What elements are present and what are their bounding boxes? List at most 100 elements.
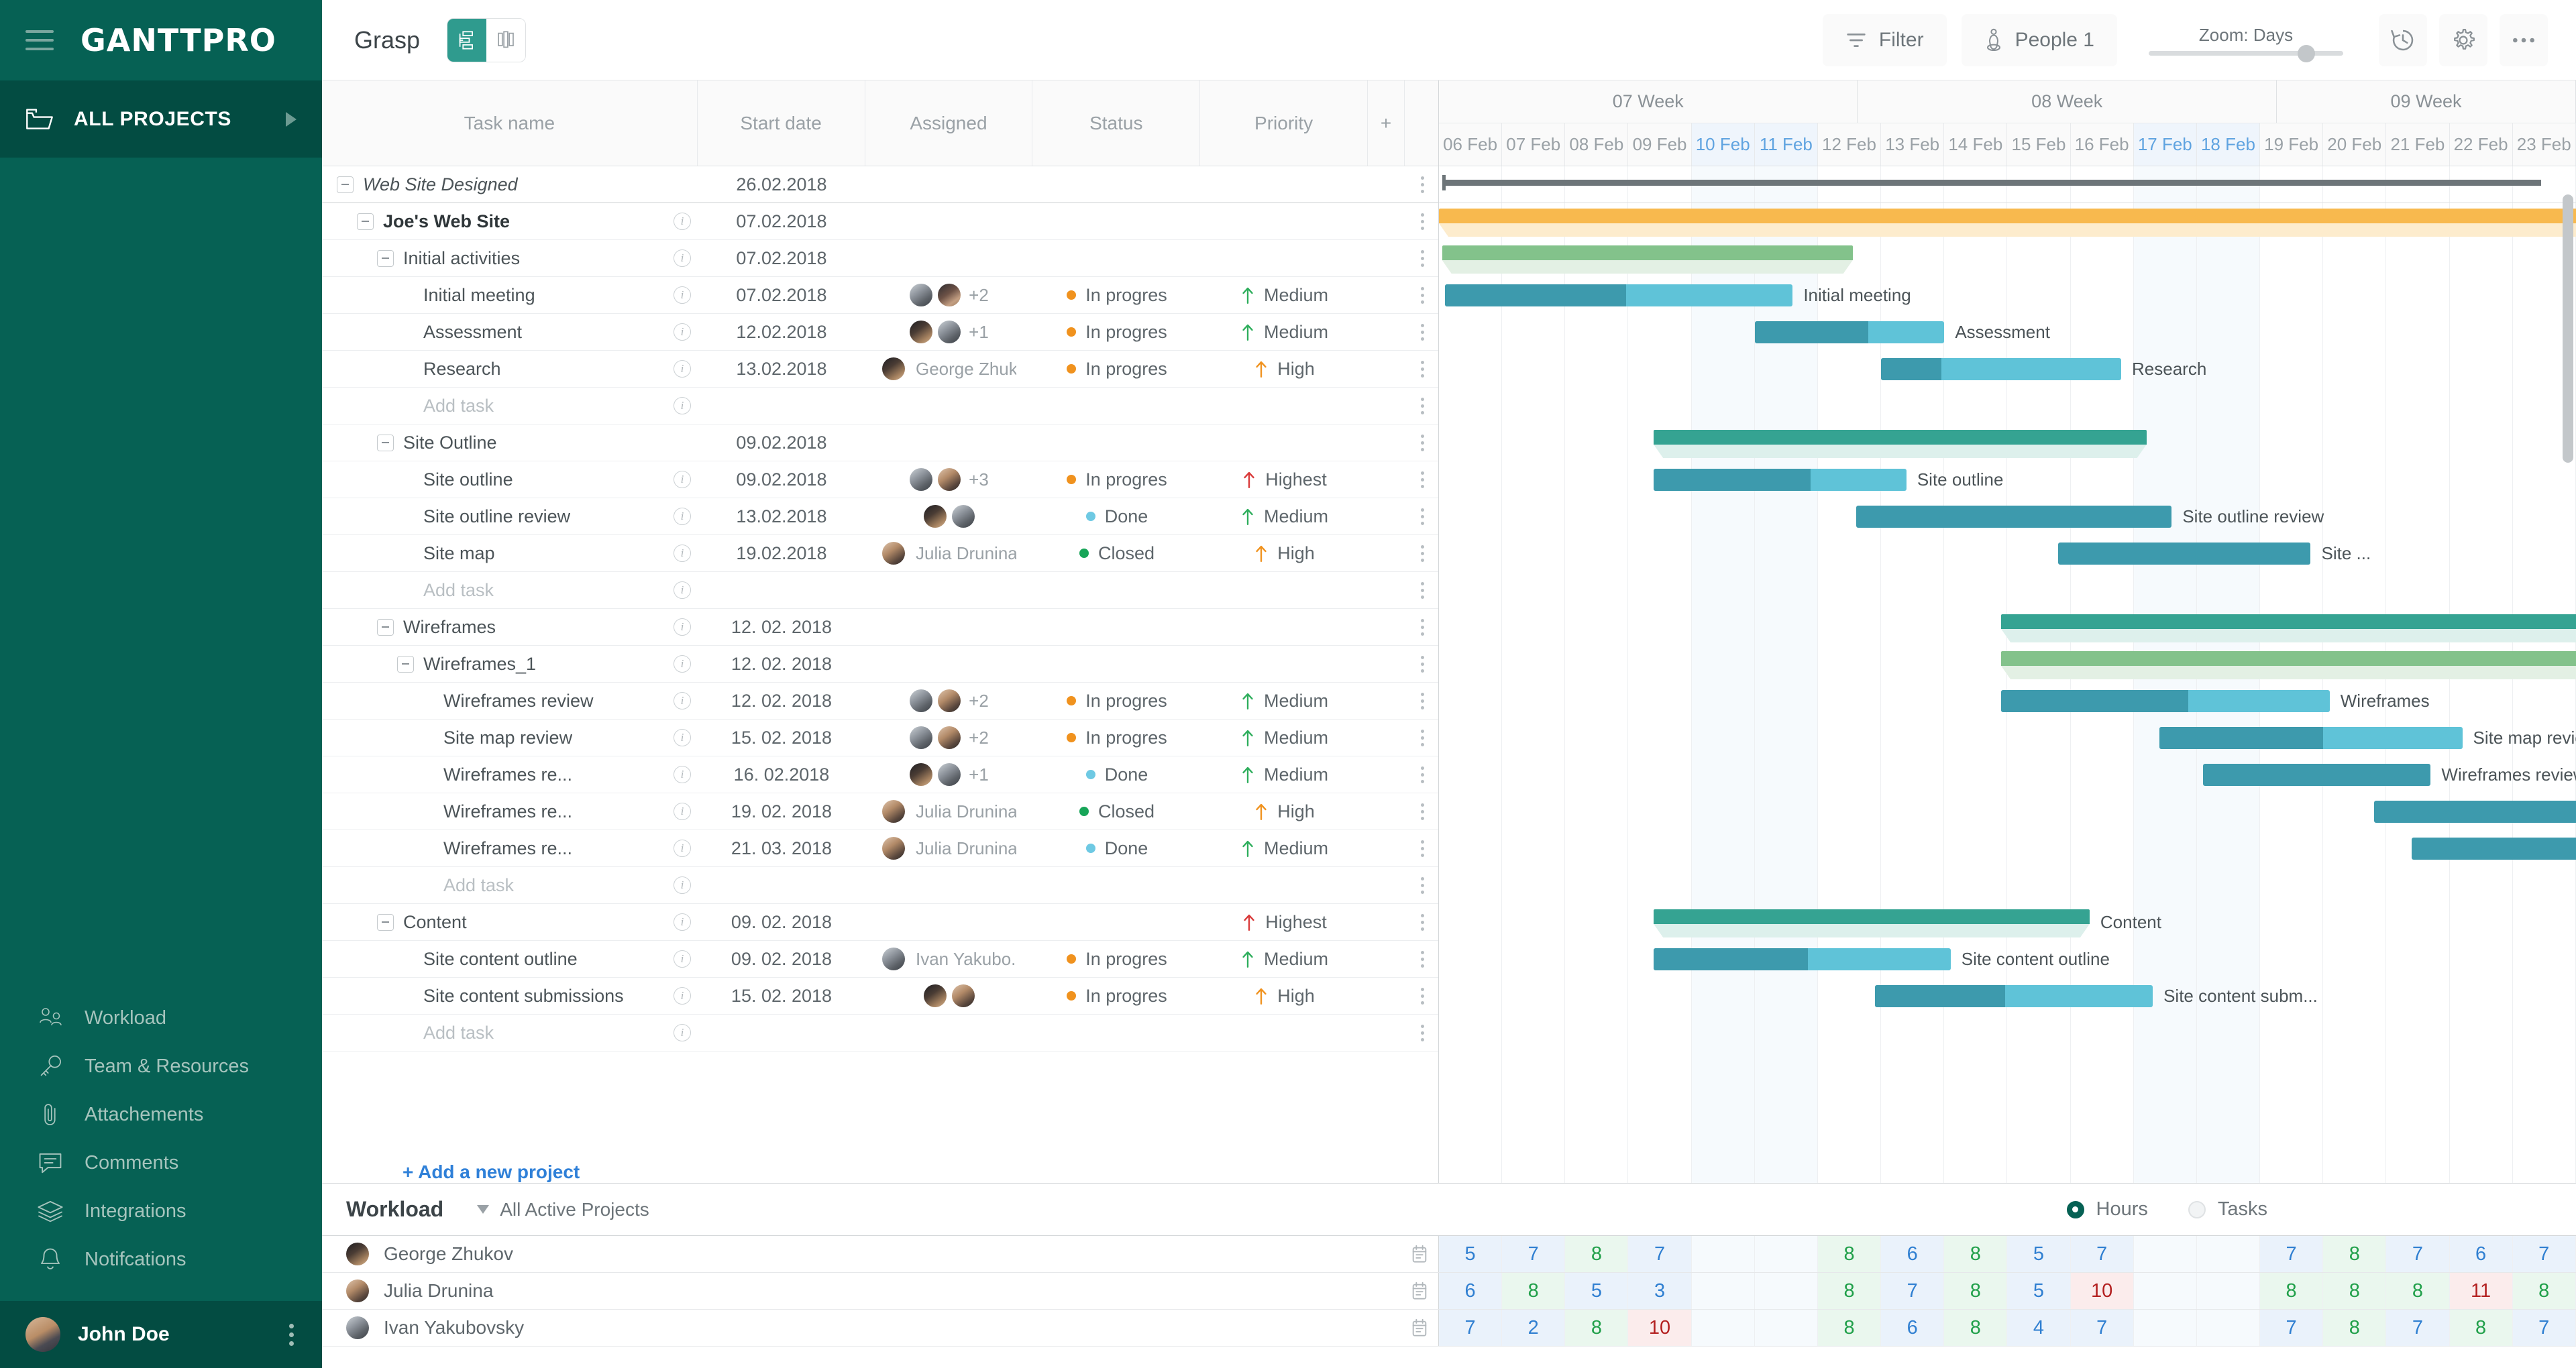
info-icon[interactable]: i <box>674 692 691 709</box>
cell-assigned[interactable]: Julia Drunina <box>865 830 1033 866</box>
workload-hour-cell[interactable]: 6 <box>2449 1236 2513 1272</box>
cell-status[interactable]: In progres <box>1033 720 1201 756</box>
cell-priority[interactable]: High <box>1201 535 1368 571</box>
table-row[interactable]: Add task i <box>322 867 1438 904</box>
table-row[interactable]: Research i 13.02.2018 George Zhuk... In prog… <box>322 351 1438 388</box>
timeline-day-label[interactable]: 15 Feb <box>2007 123 2071 166</box>
workload-hour-cell[interactable]: 8 <box>2512 1273 2576 1309</box>
collapse-toggle-icon[interactable] <box>397 655 414 673</box>
zoom-slider[interactable] <box>2149 44 2343 62</box>
workload-hour-cell[interactable]: 8 <box>1565 1236 1629 1272</box>
workload-hour-cell[interactable]: 2 <box>1502 1310 1566 1346</box>
row-menu-button[interactable] <box>1405 461 1438 498</box>
workload-hour-cell[interactable]: 7 <box>2260 1310 2324 1346</box>
workload-hour-cell[interactable]: 5 <box>2007 1236 2071 1272</box>
timeline-day-label[interactable]: 18 Feb <box>2196 123 2261 166</box>
workload-hour-cell[interactable]: 7 <box>2260 1236 2324 1272</box>
workload-hour-cell[interactable] <box>2133 1273 2197 1309</box>
workload-hour-cell[interactable]: 4 <box>2007 1310 2071 1346</box>
workload-hour-cell[interactable]: 11 <box>2449 1273 2513 1309</box>
sidebar-item-all-projects[interactable]: ALL PROJECTS <box>0 80 322 158</box>
people-button[interactable]: People 1 <box>1961 13 2117 66</box>
row-menu-button[interactable] <box>1405 793 1438 830</box>
task-bar[interactable] <box>1654 469 1907 491</box>
cell-start-date[interactable]: 19. 02. 2018 <box>698 793 865 830</box>
cell-start-date[interactable]: 16. 02.2018 <box>698 756 865 793</box>
info-icon[interactable]: i <box>674 471 691 488</box>
cell-status[interactable] <box>1033 166 1201 203</box>
info-icon[interactable]: i <box>674 729 691 746</box>
workload-hour-cell[interactable] <box>2196 1236 2261 1272</box>
summary-bar[interactable] <box>1654 430 2147 445</box>
table-row[interactable]: Wireframes re... i 19. 02. 2018 Julia Druni… <box>322 793 1438 830</box>
cell-assigned[interactable] <box>865 904 1033 940</box>
table-row[interactable]: Site outline i 09.02.2018 +3 In progres Highe… <box>322 461 1438 498</box>
cell-status[interactable]: Done <box>1033 498 1201 534</box>
info-icon[interactable]: i <box>674 655 691 673</box>
workload-hour-cell[interactable] <box>1691 1273 1755 1309</box>
cell-priority[interactable]: High <box>1201 978 1368 1014</box>
cell-assigned[interactable]: +3 <box>865 461 1033 498</box>
cell-assigned[interactable] <box>865 867 1033 903</box>
summary-bar[interactable] <box>1439 209 2576 223</box>
workload-hour-cell[interactable]: 7 <box>2070 1310 2134 1346</box>
workload-hour-cell[interactable]: 8 <box>1817 1273 1882 1309</box>
workload-hour-cell[interactable]: 6 <box>1439 1273 1503 1309</box>
sidebar-item-comments[interactable]: Comments <box>0 1139 322 1187</box>
table-row[interactable]: Add task i <box>322 1015 1438 1051</box>
task-bar[interactable] <box>2373 801 2576 823</box>
cell-priority[interactable]: High <box>1201 793 1368 830</box>
workload-hour-cell[interactable]: 8 <box>2449 1310 2513 1346</box>
info-icon[interactable]: i <box>674 618 691 636</box>
task-bar[interactable] <box>2001 690 2330 712</box>
row-menu-button[interactable] <box>1405 904 1438 940</box>
more-options-button[interactable] <box>2500 13 2548 66</box>
cell-status[interactable] <box>1033 424 1201 461</box>
workload-hour-cell[interactable]: 7 <box>1628 1236 1692 1272</box>
table-row[interactable]: Site map review i 15. 02. 2018 +2 In progres… <box>322 720 1438 756</box>
cell-assigned[interactable] <box>865 646 1033 682</box>
chevron-right-icon[interactable] <box>286 111 297 127</box>
task-bar[interactable] <box>1754 321 1945 343</box>
cell-assigned[interactable]: Julia Drunina <box>865 793 1033 830</box>
cell-status[interactable]: In progres <box>1033 941 1201 977</box>
cell-start-date[interactable]: 09. 02. 2018 <box>698 941 865 977</box>
workload-calendar-button[interactable] <box>1401 1273 1439 1309</box>
workload-hour-cell[interactable] <box>2196 1273 2261 1309</box>
info-icon[interactable]: i <box>674 397 691 414</box>
row-menu-button[interactable] <box>1405 240 1438 276</box>
table-row[interactable]: Content i 09. 02. 2018 Highest <box>322 904 1438 941</box>
workload-hour-cell[interactable] <box>1754 1236 1818 1272</box>
table-row[interactable]: Site content submissions i 15. 02. 2018 In … <box>322 978 1438 1015</box>
cell-assigned[interactable]: +2 <box>865 720 1033 756</box>
table-row[interactable]: Wireframes_1 i 12. 02. 2018 <box>322 646 1438 683</box>
cell-status[interactable]: In progres <box>1033 978 1201 1014</box>
task-bar[interactable] <box>1445 284 1793 306</box>
workload-hour-cell[interactable]: 7 <box>1502 1236 1566 1272</box>
table-row[interactable]: Site content outline i 09. 02. 2018 Ivan Ya… <box>322 941 1438 978</box>
cell-status[interactable]: Done <box>1033 830 1201 866</box>
task-bar[interactable] <box>1881 358 2121 380</box>
cell-status[interactable] <box>1033 867 1201 903</box>
cell-start-date[interactable] <box>698 867 865 903</box>
workload-hour-cell[interactable] <box>1754 1310 1818 1346</box>
cell-assigned[interactable]: Julia Drunina <box>865 535 1033 571</box>
row-menu-button[interactable] <box>1405 683 1438 719</box>
cell-assigned[interactable]: +2 <box>865 683 1033 719</box>
workload-hour-cell[interactable]: 7 <box>2512 1236 2576 1272</box>
task-bar[interactable] <box>1654 948 1951 970</box>
cell-priority[interactable]: Medium <box>1201 314 1368 350</box>
sidebar-item-integrations[interactable]: Integrations <box>0 1187 322 1235</box>
workload-person[interactable]: Ivan Yakubovsky <box>322 1310 1401 1346</box>
table-row[interactable]: Wireframes re... i 21. 03. 2018 Julia Druni… <box>322 830 1438 867</box>
cell-status[interactable]: In progres <box>1033 683 1201 719</box>
info-icon[interactable]: i <box>674 803 691 820</box>
cell-priority[interactable] <box>1201 203 1368 239</box>
table-row[interactable]: Assessment i 12.02.2018 +1 In progres Medium <box>322 314 1438 351</box>
cell-start-date[interactable]: 07.02.2018 <box>698 277 865 313</box>
add-new-project-link[interactable]: + Add a new project <box>322 1143 1438 1183</box>
workload-hour-cell[interactable]: 6 <box>1881 1310 1945 1346</box>
timeline-day-label[interactable]: 22 Feb <box>2450 123 2513 166</box>
table-row[interactable]: Site Outline 09.02.2018 <box>322 424 1438 461</box>
workload-hour-cell[interactable]: 7 <box>1439 1310 1503 1346</box>
